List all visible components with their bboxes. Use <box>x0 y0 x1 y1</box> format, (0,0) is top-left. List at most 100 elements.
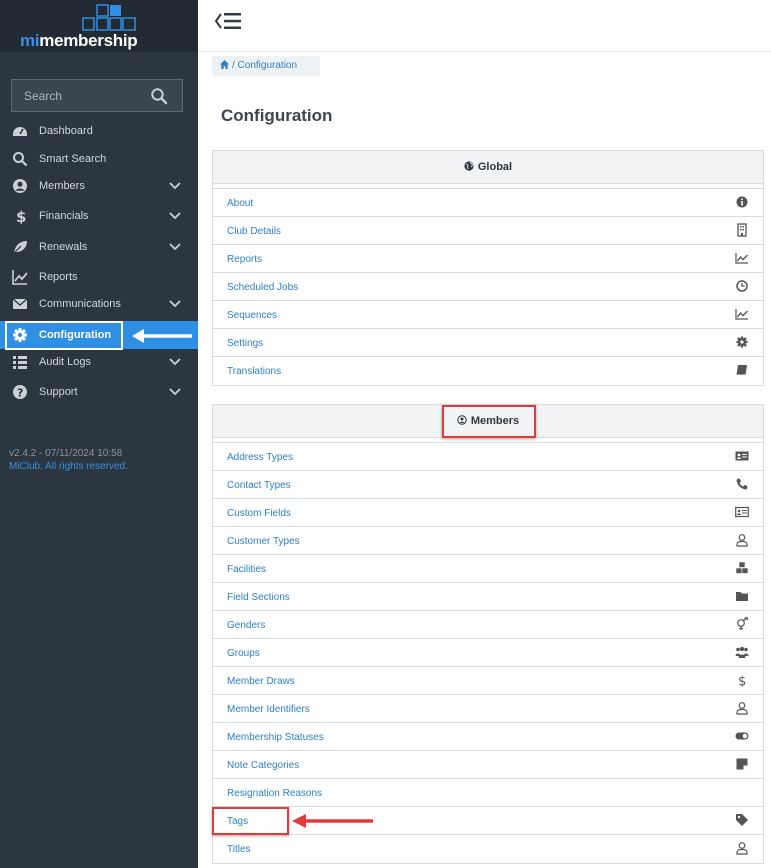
page-title: Configuration <box>221 106 333 125</box>
leaf-icon <box>13 241 27 254</box>
sidebar-item-members[interactable]: Members <box>0 172 198 200</box>
chevron-down-icon[interactable] <box>169 357 181 367</box>
config-link-reports[interactable]: Reports <box>227 254 262 265</box>
section-title: Global <box>477 161 513 173</box>
sidebar-item-label: Members <box>39 180 85 192</box>
info-circle-icon <box>736 196 748 208</box>
config-link-settings[interactable]: Settings <box>227 338 263 349</box>
tags-highlight-box <box>212 807 289 835</box>
chevron-down-icon[interactable] <box>169 181 181 191</box>
chevron-down-icon[interactable] <box>169 242 181 252</box>
toggle-icon <box>735 732 749 740</box>
sidebar-item-financials[interactable]: $ Financials <box>0 202 198 230</box>
id-card-icon <box>735 506 749 518</box>
dollar-icon: $ <box>738 675 746 688</box>
list-item[interactable]: Scheduled Jobs <box>213 273 763 301</box>
app-logo[interactable]: mimembership <box>0 0 198 52</box>
config-link-resignation-reasons[interactable]: Resignation Reasons <box>227 788 322 799</box>
folder-icon <box>736 592 748 601</box>
config-link-sequences[interactable]: Sequences <box>227 310 277 321</box>
menu-toggle-icon[interactable] <box>214 11 244 31</box>
sidebar-item-audit-logs[interactable]: Audit Logs <box>0 348 198 376</box>
list-item[interactable]: Address Types <box>213 443 763 471</box>
envelope-icon <box>12 298 28 309</box>
breadcrumb: / Configuration <box>212 56 320 76</box>
list-item[interactable]: Customer Types <box>213 527 763 555</box>
list-item[interactable]: Reports <box>213 245 763 273</box>
chevron-down-icon[interactable] <box>169 387 181 397</box>
sidebar-item-label: Audit Logs <box>39 356 91 368</box>
list-item[interactable]: Custom Fields <box>213 499 763 527</box>
list-item[interactable]: Sequences <box>213 301 763 329</box>
dashboard-icon <box>13 127 27 136</box>
config-link-member-draws[interactable]: Member Draws <box>227 676 295 687</box>
logo-text: mimembership <box>20 31 138 50</box>
config-link-facilities[interactable]: Facilities <box>227 564 266 575</box>
breadcrumb-current[interactable]: / Configuration <box>232 60 297 71</box>
section-header: Global <box>213 151 763 184</box>
sidebar-item-label: Smart Search <box>39 153 107 165</box>
list-item[interactable]: Settings <box>213 329 763 357</box>
logo-mark-icon <box>82 4 136 31</box>
config-link-custom-fields[interactable]: Custom Fields <box>227 508 291 519</box>
config-link-club-details[interactable]: Club Details <box>227 226 281 237</box>
search-icon[interactable] <box>150 87 168 105</box>
config-link-scheduled-jobs[interactable]: Scheduled Jobs <box>227 282 298 293</box>
config-link-customer-types[interactable]: Customer Types <box>227 536 300 547</box>
user-outline-icon <box>736 702 748 715</box>
chevron-down-icon[interactable] <box>169 211 181 221</box>
sidebar-item-communications[interactable]: Communications <box>0 290 198 318</box>
list-item[interactable]: Titles <box>213 835 763 863</box>
sidebar-item-dashboard[interactable]: Dashboard <box>0 117 198 145</box>
config-link-field-sections[interactable]: Field Sections <box>227 592 290 603</box>
list-item[interactable]: Contact Types <box>213 471 763 499</box>
sidebar-item-renewals[interactable]: Renewals <box>0 233 198 261</box>
arrow-left-icon <box>292 814 373 828</box>
sidebar-item-label: Support <box>39 386 78 398</box>
config-link-membership-statuses[interactable]: Membership Statuses <box>227 732 324 743</box>
clock-icon <box>736 280 748 292</box>
sidebar-item-reports[interactable]: Reports <box>0 263 198 291</box>
home-icon[interactable] <box>220 60 229 69</box>
dollar-icon: $ <box>16 208 26 224</box>
sidebar-item-support[interactable]: ? Support <box>0 378 198 406</box>
config-link-about[interactable]: About <box>227 198 253 209</box>
list-item[interactable]: Membership Statuses <box>213 723 763 751</box>
list-item[interactable]: Facilities <box>213 555 763 583</box>
config-link-translations[interactable]: Translations <box>227 366 281 377</box>
list-item[interactable]: Field Sections <box>213 583 763 611</box>
config-link-note-categories[interactable]: Note Categories <box>227 760 299 771</box>
sidebar-item-label: Reports <box>39 271 78 283</box>
svg-text:$: $ <box>738 675 746 688</box>
list-item[interactable]: Club Details <box>213 217 763 245</box>
config-link-contact-types[interactable]: Contact Types <box>227 480 291 491</box>
config-link-groups[interactable]: Groups <box>227 648 260 659</box>
chevron-down-icon[interactable] <box>169 299 181 309</box>
users-icon <box>735 646 749 658</box>
building-icon <box>737 223 747 237</box>
list-item[interactable]: Note Categories <box>213 751 763 779</box>
line-chart-icon <box>735 253 748 264</box>
list-item[interactable]: Member Identifiers <box>213 695 763 723</box>
config-link-genders[interactable]: Genders <box>227 620 265 631</box>
list-item[interactable]: Resignation Reasons <box>213 779 763 807</box>
gear-icon <box>736 336 748 348</box>
config-link-titles[interactable]: Titles <box>227 844 251 855</box>
config-link-member-identifiers[interactable]: Member Identifiers <box>227 704 310 715</box>
search-box[interactable]: Search <box>11 79 183 112</box>
sidebar-item-smart-search[interactable]: Smart Search <box>0 145 198 173</box>
book-icon <box>736 365 747 376</box>
list-item[interactable]: Member Draws $ <box>213 667 763 695</box>
list-item[interactable]: Translations <box>213 357 763 385</box>
cubes-icon <box>735 561 749 574</box>
sidebar: mimembership Search Dashboard Smart Sear… <box>0 0 198 868</box>
globe-icon <box>464 161 474 171</box>
search-input[interactable]: Search <box>24 89 62 103</box>
list-item[interactable]: Groups <box>213 639 763 667</box>
config-link-address-types[interactable]: Address Types <box>227 452 293 463</box>
search-icon <box>13 152 28 167</box>
list-item[interactable]: About <box>213 189 763 217</box>
sidebar-item-label: Dashboard <box>39 125 93 137</box>
tag-icon <box>736 814 748 826</box>
list-item[interactable]: Genders <box>213 611 763 639</box>
